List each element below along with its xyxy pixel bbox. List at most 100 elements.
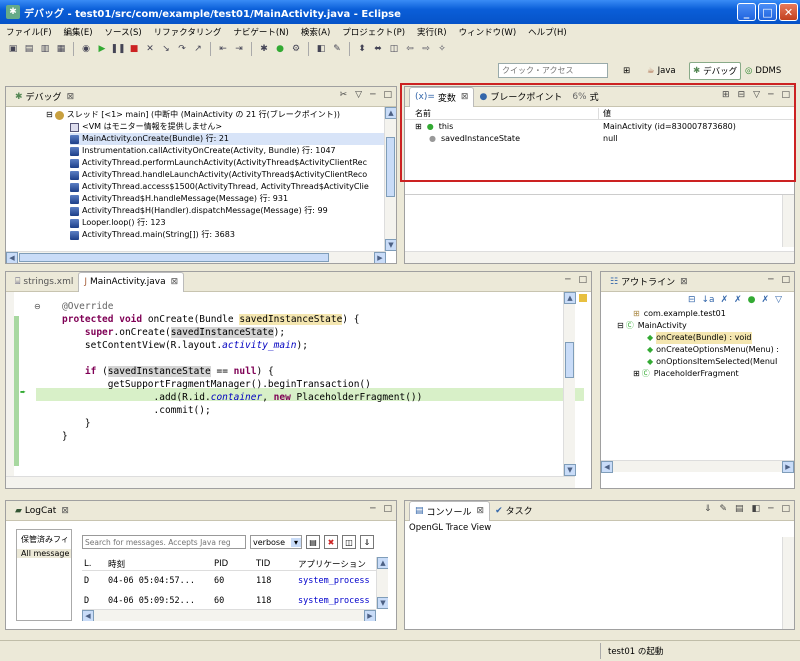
scroll-left-icon[interactable]: ◀ bbox=[6, 252, 18, 263]
scroll-down-icon[interactable]: ▼ bbox=[385, 239, 396, 251]
vertical-scrollbar[interactable] bbox=[782, 195, 794, 247]
outline-item[interactable]: ⊟ Ⓒ MainActivity bbox=[617, 320, 794, 332]
perspective-java[interactable]: ☕ Java bbox=[644, 62, 679, 80]
external-tools-icon[interactable]: ⚙ bbox=[289, 42, 303, 56]
vertical-scrollbar[interactable]: ▲ ▼ bbox=[376, 557, 388, 609]
horizontal-scrollbar[interactable]: ◀ ▶ bbox=[82, 609, 376, 621]
hide-fields-icon[interactable]: ✗ bbox=[721, 295, 729, 305]
clear-log-icon[interactable]: ✖ bbox=[324, 535, 338, 549]
all-messages-filter[interactable]: All message bbox=[17, 549, 71, 558]
vertical-scrollbar[interactable]: ▲ ▼ bbox=[384, 107, 396, 251]
collapse-icon[interactable]: ⊟ bbox=[617, 320, 624, 332]
maximize-view-icon[interactable]: □ bbox=[383, 90, 392, 100]
maximize-view-icon[interactable]: □ bbox=[781, 275, 790, 285]
tab-outline[interactable]: ☷ アウトライン ⊠ bbox=[605, 272, 693, 292]
frame-row[interactable]: ActivityThread.main(String[]) 行: 3683 bbox=[70, 229, 396, 241]
quick-access-input[interactable] bbox=[498, 63, 608, 78]
skip-breakpoints-icon[interactable]: ◉ bbox=[79, 42, 93, 56]
collapse-icon[interactable]: ⊟ bbox=[46, 109, 53, 121]
horizontal-scrollbar[interactable] bbox=[405, 251, 794, 263]
display-console-icon[interactable]: ▤ bbox=[735, 504, 744, 514]
menu-file[interactable]: ファイル(F) bbox=[6, 26, 52, 38]
new-icon[interactable]: ▣ bbox=[6, 42, 20, 56]
scroll-right-icon[interactable]: ▶ bbox=[374, 252, 386, 263]
menu-search[interactable]: 検索(A) bbox=[301, 26, 330, 38]
last-edit-icon[interactable]: ◫ bbox=[387, 42, 401, 56]
tab-mainactivity-java[interactable]: J MainActivity.java ⊠ bbox=[78, 271, 185, 292]
menu-source[interactable]: ソース(S) bbox=[105, 26, 142, 38]
frame-row[interactable]: ActivityThread.handleLaunchActivity(Acti… bbox=[70, 169, 396, 181]
minimize-view-icon[interactable]: ─ bbox=[565, 275, 570, 285]
frame-row[interactable]: ActivityThread.performLaunchActivity(Act… bbox=[70, 157, 396, 169]
close-tab-icon[interactable]: ⊠ bbox=[171, 277, 179, 287]
outline-item[interactable]: ◆ onOptionsItemSelected(MenuI bbox=[617, 356, 794, 368]
maximize-view-icon[interactable]: □ bbox=[383, 504, 392, 514]
code-area[interactable]: ⊖ @Override protected void onCreate(Bund… bbox=[6, 292, 591, 488]
close-tab-icon[interactable]: ⊠ bbox=[680, 277, 688, 287]
pen-icon[interactable]: ✎ bbox=[330, 42, 344, 56]
frame-row[interactable]: ActivityThread$H(Handler).dispatchMessag… bbox=[70, 205, 396, 217]
open-console-icon[interactable]: ◧ bbox=[752, 504, 761, 514]
menu-navigate[interactable]: ナビゲート(N) bbox=[233, 26, 289, 38]
outline-item-selected[interactable]: ◆ onCreate(Bundle) : void bbox=[617, 332, 794, 344]
scroll-left-icon[interactable]: ◀ bbox=[82, 610, 94, 621]
forward-icon[interactable]: ⇨ bbox=[419, 42, 433, 56]
scroll-up-icon[interactable]: ▲ bbox=[564, 292, 576, 304]
debug-icon[interactable]: ✱ bbox=[257, 42, 271, 56]
step-over-icon[interactable]: ↷ bbox=[175, 42, 189, 56]
frame-row[interactable]: ActivityThread.access$1500(ActivityThrea… bbox=[70, 181, 396, 193]
tab-logcat[interactable]: ▰ LogCat ⊠ bbox=[10, 501, 74, 521]
tab-strings-xml[interactable]: ⌸ strings.xml bbox=[10, 272, 78, 292]
minimize-view-icon[interactable]: ─ bbox=[768, 275, 773, 285]
suspend-icon[interactable]: ❚❚ bbox=[110, 42, 125, 56]
collapse-all-icon[interactable]: ⊟ bbox=[688, 295, 696, 305]
print-icon[interactable]: ▦ bbox=[54, 42, 68, 56]
horizontal-scrollbar[interactable] bbox=[6, 476, 575, 488]
sort-icon[interactable]: ↓a bbox=[702, 295, 715, 305]
log-search-input[interactable] bbox=[82, 535, 246, 549]
outline-item[interactable]: ⊞ com.example.test01 bbox=[617, 308, 794, 320]
scroll-lock-icon[interactable]: ⇓ bbox=[360, 535, 374, 549]
view-menu-icon[interactable]: ▽ bbox=[775, 295, 782, 305]
save-all-icon[interactable]: ▥ bbox=[38, 42, 52, 56]
scroll-up-icon[interactable]: ▲ bbox=[385, 107, 396, 119]
frame-row[interactable]: ActivityThread$H.handleMessage(Message) … bbox=[70, 193, 396, 205]
open-type-icon[interactable]: ◧ bbox=[314, 42, 328, 56]
maximize-view-icon[interactable]: □ bbox=[781, 504, 790, 514]
close-tab-icon[interactable]: ⊠ bbox=[477, 506, 485, 516]
remove-terminated-icon[interactable]: ✂ bbox=[340, 90, 348, 100]
column-pid[interactable]: PID bbox=[214, 559, 256, 569]
minimize-view-icon[interactable]: ─ bbox=[370, 90, 375, 100]
scroll-right-icon[interactable]: ▶ bbox=[782, 461, 794, 473]
step-return-icon[interactable]: ↗ bbox=[191, 42, 205, 56]
tab-console[interactable]: ▤ コンソール ⊠ bbox=[409, 500, 491, 521]
hide-static-icon[interactable]: ✗ bbox=[734, 295, 742, 305]
outline-item[interactable]: ⊞ Ⓒ PlaceholderFragment bbox=[617, 368, 794, 380]
scroll-up-icon[interactable]: ▲ bbox=[377, 557, 388, 569]
outline-item[interactable]: ◆ onCreateOptionsMenu(Menu) : bbox=[617, 344, 794, 356]
run-icon[interactable]: ● bbox=[273, 42, 287, 56]
horizontal-scrollbar[interactable]: ◀ ▶ bbox=[601, 460, 794, 473]
minimize-view-icon[interactable]: ─ bbox=[370, 504, 375, 514]
open-perspective-button[interactable]: ⊞ bbox=[620, 62, 633, 80]
hide-local-types-icon[interactable]: ✗ bbox=[762, 295, 770, 305]
view-menu-icon[interactable]: ▽ bbox=[355, 90, 362, 100]
pin-editor-icon[interactable]: ✧ bbox=[435, 42, 449, 56]
column-level[interactable]: L. bbox=[82, 559, 108, 569]
close-button[interactable]: ✕ bbox=[779, 3, 798, 21]
log-row[interactable]: D 04-06 05:09:52... 60 118 system_proces… bbox=[82, 591, 388, 611]
fold-icon[interactable]: ⊖ bbox=[34, 302, 41, 311]
minimize-button[interactable]: _ bbox=[737, 3, 756, 21]
column-tid[interactable]: TID bbox=[256, 559, 298, 569]
thread-row[interactable]: ⊟ スレッド [<1> main] (中断中 (MainActivity の 21… bbox=[46, 109, 396, 121]
pin-console-icon[interactable]: ✎ bbox=[719, 504, 727, 514]
column-application[interactable]: アプリケーション bbox=[298, 558, 366, 570]
expand-icon[interactable]: ⊞ bbox=[633, 368, 640, 380]
save-log-icon[interactable]: ▤ bbox=[306, 535, 320, 549]
frame-row[interactable]: Looper.loop() 行: 123 bbox=[70, 217, 396, 229]
resume-icon[interactable]: ▶ bbox=[95, 42, 109, 56]
disconnect-icon[interactable]: ✕ bbox=[143, 42, 157, 56]
hide-nonpublic-icon[interactable]: ● bbox=[748, 295, 756, 305]
scroll-left-icon[interactable]: ◀ bbox=[601, 461, 613, 473]
scroll-down-icon[interactable]: ▼ bbox=[564, 464, 576, 476]
